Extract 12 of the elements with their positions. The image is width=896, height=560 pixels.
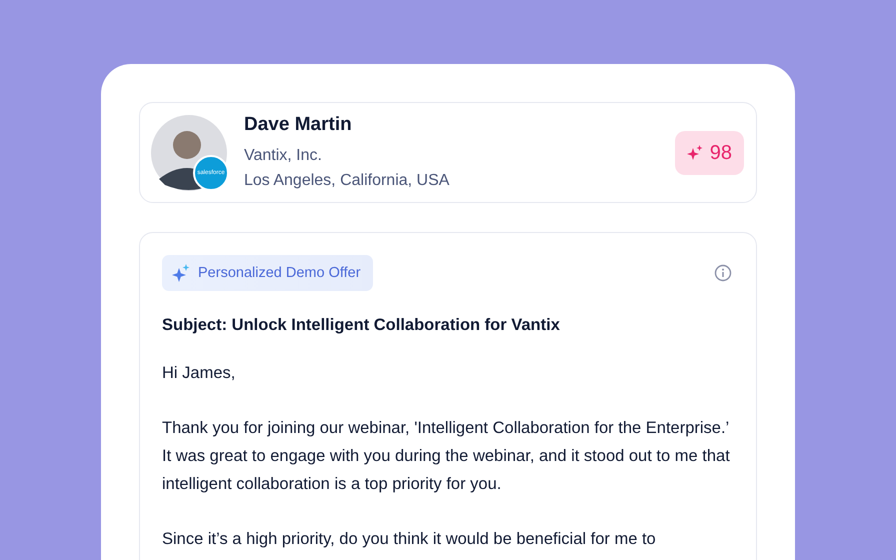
sparkle-icon <box>686 145 703 161</box>
email-paragraph: Thank you for joining our webinar, 'Intelligent Collaboration for the Enterprise.’ It was great to engage with you during the webinar, and it stood out to me that intelligent collaboration is a top priority for you. <box>162 418 731 495</box>
contact-location: Los Angeles, California, USA <box>244 170 450 190</box>
email-subject: Subject: Unlock Intelligent Collaboration for Vantix <box>162 316 561 335</box>
tag-label: Personalized Demo Offer <box>198 265 361 281</box>
email-paragraph: Hi James, <box>162 363 236 384</box>
contact-name: Dave Martin <box>244 114 353 136</box>
sparkle-icon <box>172 264 190 282</box>
company-name: Vantix, Inc. <box>244 146 323 166</box>
score-value: 98 <box>710 142 732 164</box>
email-paragraph: Since it’s a high priority, do you think it would be beneficial for me to <box>162 529 657 550</box>
info-icon[interactable] <box>714 264 732 282</box>
